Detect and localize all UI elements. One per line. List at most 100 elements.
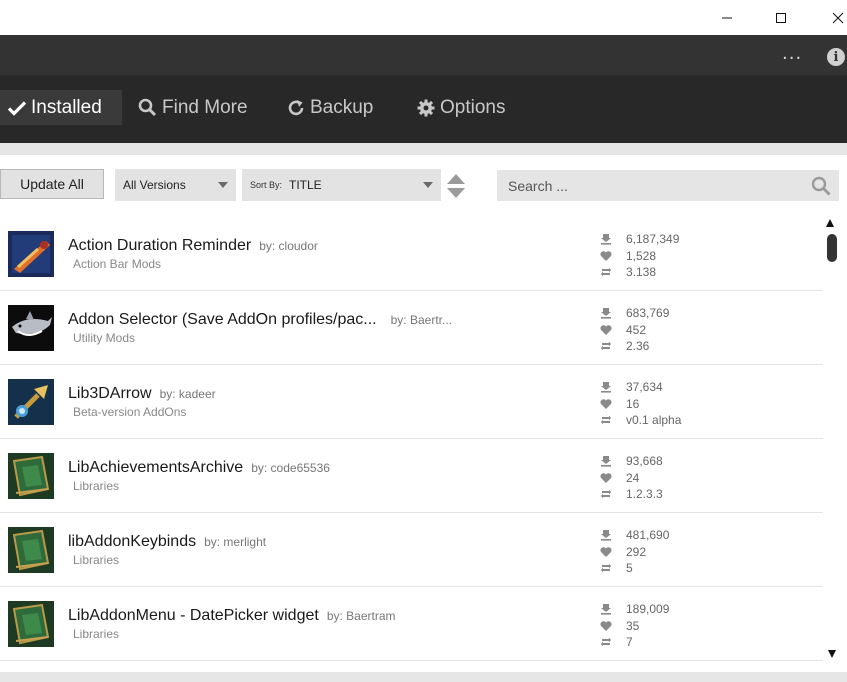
addon-author: by: cloudor (259, 239, 318, 253)
tab-options[interactable]: Options (417, 90, 505, 125)
window-titlebar (0, 0, 847, 35)
tab-find-more[interactable]: Find More (138, 90, 248, 125)
addon-category: Action Bar Mods (73, 257, 162, 271)
tab-backup[interactable]: Backup (287, 90, 373, 125)
list-item[interactable]: Addon Selector (Save AddOn profiles/pac.… (0, 291, 823, 365)
list-item[interactable]: libAddonKeybinds by: merlight Libraries 4… (0, 513, 823, 587)
shark-icon (8, 305, 54, 351)
search-icon[interactable] (811, 176, 831, 196)
search-placeholder: Search ... (508, 177, 568, 194)
divider (0, 143, 847, 155)
favorite-count: 35 (626, 618, 640, 633)
addon-version: 1.2.3.3 (626, 487, 663, 502)
addon-title[interactable]: libAddonKeybinds (68, 533, 196, 550)
addon-category: Libraries (73, 627, 120, 641)
scrollbar-thumb[interactable] (827, 234, 837, 262)
addon-stats: 189,009 35 7 (600, 601, 669, 651)
tab-backup-label: Backup (310, 96, 374, 118)
download-icon (601, 382, 611, 393)
app-topbar: ... i (0, 35, 847, 75)
search-input[interactable]: Search ... (497, 170, 839, 201)
addon-version: 2.36 (626, 339, 650, 354)
addon-stats: 37,634 16 v0.1 alpha (600, 379, 681, 429)
favorite-count: 16 (626, 396, 640, 411)
addon-version: 7 (626, 635, 633, 650)
addon-author: by: code65536 (251, 461, 330, 475)
download-icon (601, 604, 611, 615)
addon-category: Libraries (73, 553, 120, 567)
heart-icon (600, 620, 612, 631)
sort-direction-icon[interactable] (446, 173, 466, 199)
addon-stats: 683,769 452 2.36 (600, 305, 669, 355)
heart-icon (600, 472, 612, 483)
tab-find-more-label: Find More (162, 96, 248, 118)
maximize-icon (776, 12, 786, 23)
status-strip (0, 672, 847, 682)
download-count: 189,009 (626, 602, 670, 617)
scroll-down-button[interactable] (828, 650, 836, 658)
addon-author: by: merlight (204, 535, 267, 549)
download-icon (601, 308, 611, 319)
info-icon[interactable]: i (827, 48, 845, 66)
addon-category: Utility Mods (73, 331, 136, 345)
heart-icon (600, 546, 612, 557)
heart-icon (600, 398, 612, 409)
addon-title[interactable]: Action Duration Reminder (68, 237, 251, 254)
refresh-icon (288, 99, 304, 115)
addon-list: Action Duration Reminder by: cloudor Acti… (0, 217, 823, 661)
addon-title[interactable]: LibAchievementsArchive (68, 459, 243, 476)
heart-icon (600, 324, 612, 335)
download-icon (601, 234, 611, 245)
download-icon (601, 456, 611, 467)
heart-icon (600, 250, 612, 261)
favorite-count: 292 (626, 544, 647, 559)
favorite-count: 452 (626, 322, 647, 337)
minimize-button[interactable] (704, 0, 750, 35)
version-icon (601, 489, 611, 499)
addon-stats: 481,690 292 5 (600, 527, 669, 577)
list-item[interactable]: LibAddonMenu - DatePicker widget by: Baer… (0, 587, 823, 661)
addon-version: 5 (626, 561, 633, 576)
list-item[interactable]: LibAchievementsArchive by: code65536 Libr… (0, 439, 823, 513)
list-toolbar: Update All All Versions Sort By: TITLE S… (0, 155, 847, 215)
tab-installed[interactable]: Installed (0, 90, 122, 125)
download-count: 6,187,349 (626, 232, 680, 247)
version-icon (601, 637, 611, 647)
chevron-down-icon (423, 182, 433, 188)
sort-label: Sort By: (250, 180, 283, 190)
version-icon (601, 267, 611, 277)
addon-category: Libraries (73, 479, 120, 493)
version-icon (601, 341, 611, 351)
favorite-count: 1,528 (626, 248, 657, 263)
version-icon (601, 415, 611, 425)
addon-category: Beta-version AddOns (73, 405, 187, 419)
versions-select-value: All Versions (123, 178, 186, 192)
addon-version: 3.138 (626, 265, 657, 280)
addon-title[interactable]: Lib3DArrow (68, 385, 152, 402)
scroll-up-button[interactable] (826, 219, 834, 227)
maximize-button[interactable] (758, 0, 804, 35)
update-all-button[interactable]: Update All (0, 169, 104, 199)
action-icon (8, 231, 54, 277)
sort-select[interactable]: Sort By: TITLE (242, 169, 441, 201)
download-count: 37,634 (626, 380, 663, 395)
close-button[interactable] (815, 0, 847, 35)
download-count: 93,668 (626, 454, 663, 469)
sort-select-value: TITLE (289, 178, 322, 192)
gear-icon (417, 99, 435, 116)
close-icon (832, 12, 844, 23)
addon-stats: 93,668 24 1.2.3.3 (600, 453, 663, 503)
addon-title[interactable]: Addon Selector (Save AddOn profiles/pac.… (68, 311, 377, 328)
addon-author: by: kadeer (159, 387, 216, 401)
addon-author: by: Baertr... (390, 313, 452, 327)
favorite-count: 24 (626, 470, 640, 485)
list-item[interactable]: Lib3DArrow by: kadeer Beta-version AddOns… (0, 365, 823, 439)
tab-options-label: Options (440, 96, 506, 118)
versions-select[interactable]: All Versions (115, 169, 236, 201)
addon-title[interactable]: LibAddonMenu - DatePicker widget (68, 607, 319, 624)
arrow-icon (8, 379, 54, 425)
list-item[interactable]: Action Duration Reminder by: cloudor Acti… (0, 217, 823, 291)
book-icon (8, 527, 54, 573)
book-icon (8, 601, 54, 647)
more-menu-button[interactable]: ... (782, 43, 802, 64)
